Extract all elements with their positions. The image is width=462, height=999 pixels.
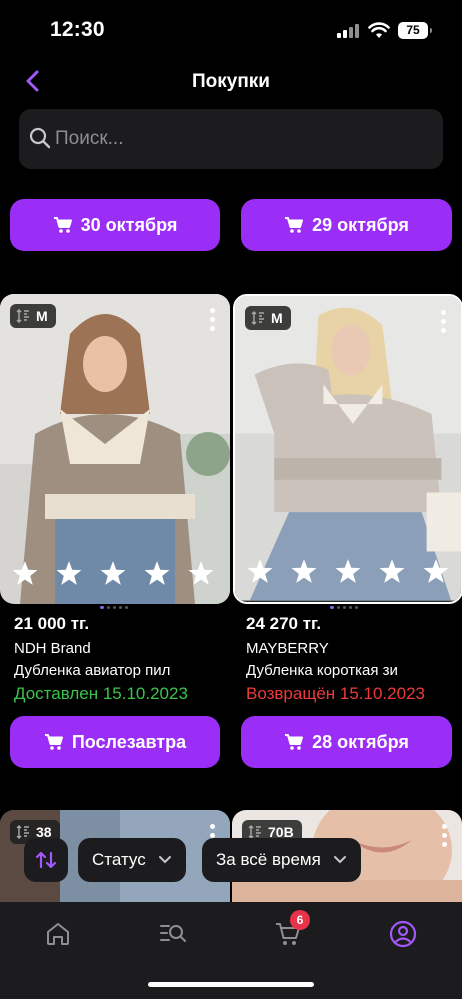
product-price: 21 000 тг. [14, 614, 90, 633]
tab-search-catalog[interactable] [148, 916, 198, 952]
product-card[interactable]: M [0, 294, 230, 604]
star-icon[interactable] [291, 558, 317, 584]
chevron-down-icon [333, 856, 346, 864]
photo-pager-dots [100, 606, 128, 609]
product-info: 24 270 тг. MAYBERRY Дубленка короткая зи… [246, 614, 462, 704]
status-filter-dropdown[interactable]: Статус [78, 838, 186, 882]
size-label: M [271, 310, 283, 326]
star-icon[interactable] [423, 558, 449, 584]
order-status: Возвращён 15.10.2023 [246, 684, 425, 703]
home-icon [47, 923, 69, 945]
more-options-icon[interactable] [441, 310, 447, 337]
order-status: Доставлен 15.10.2023 [14, 684, 188, 703]
status-bar: 12:30 75 [0, 0, 462, 60]
profile-icon [389, 920, 417, 948]
product-card[interactable]: M [233, 294, 462, 604]
search-icon [29, 127, 51, 149]
star-icon[interactable] [335, 558, 361, 584]
cellular-signal-icon [337, 24, 363, 38]
star-icon[interactable] [247, 558, 273, 584]
product-brand: NDH Brand [14, 640, 91, 657]
delivery-date-button[interactable]: Послезавтра [10, 716, 220, 768]
star-icon[interactable] [188, 560, 214, 586]
search-bar[interactable] [19, 109, 443, 169]
rating-stars[interactable] [247, 558, 449, 584]
product-info: 21 000 тг. NDH Brand Дубленка авиатор пи… [14, 614, 234, 704]
wifi-icon [368, 22, 390, 38]
size-ruler-icon [248, 825, 261, 839]
size-badge: M [245, 306, 291, 330]
tab-home[interactable] [33, 916, 83, 952]
tab-cart[interactable]: 6 [263, 910, 313, 952]
cart-count-badge: 6 [290, 910, 310, 930]
cart-icon [285, 217, 304, 233]
period-filter-label: За всё время [216, 850, 321, 869]
sort-arrows-icon [35, 851, 57, 869]
delivery-date-button[interactable]: 28 октября [241, 716, 452, 768]
cart-icon [44, 734, 63, 750]
filter-bar: Статус За всё время [0, 838, 462, 884]
home-indicator [148, 982, 314, 987]
star-icon[interactable] [379, 558, 405, 584]
period-filter-dropdown[interactable]: За всё время [202, 838, 361, 882]
page-title: Покупки [191, 71, 270, 92]
date-button-1[interactable]: 30 октября [10, 199, 220, 251]
rating-stars[interactable] [12, 560, 214, 586]
tab-profile[interactable] [378, 916, 428, 952]
product-photo [0, 294, 230, 604]
size-ruler-icon [16, 825, 29, 839]
date-button-2[interactable]: 29 октября [241, 199, 452, 251]
battery-indicator: 75 [398, 22, 432, 39]
delivery-date-label: 28 октября [312, 731, 409, 752]
size-label: M [36, 308, 48, 324]
size-badge: M [10, 304, 56, 328]
star-icon[interactable] [12, 560, 38, 586]
size-ruler-icon [16, 309, 29, 323]
cart-icon [53, 217, 72, 233]
star-icon[interactable] [100, 560, 126, 586]
search-input[interactable] [55, 109, 425, 169]
more-options-icon[interactable] [210, 308, 216, 335]
product-price: 24 270 тг. [246, 614, 322, 633]
delivery-date-label: Послезавтра [71, 731, 187, 752]
chevron-down-icon [158, 856, 171, 864]
date-button-label: 29 октября [312, 214, 409, 235]
status-time: 12:30 [50, 18, 105, 41]
sort-button[interactable] [24, 838, 68, 882]
search-list-icon [160, 925, 186, 942]
product-photo [235, 296, 461, 601]
header: Покупки [0, 58, 462, 104]
size-ruler-icon [251, 311, 264, 325]
date-button-label: 30 октября [80, 214, 178, 235]
cart-icon [285, 734, 304, 750]
status-filter-label: Статус [92, 850, 146, 869]
star-icon[interactable] [144, 560, 170, 586]
product-name: Дубленка авиатор пил [14, 662, 171, 679]
photo-pager-dots [330, 606, 358, 609]
star-icon[interactable] [56, 560, 82, 586]
product-brand: MAYBERRY [246, 640, 329, 657]
product-name: Дубленка короткая зи [246, 662, 398, 679]
